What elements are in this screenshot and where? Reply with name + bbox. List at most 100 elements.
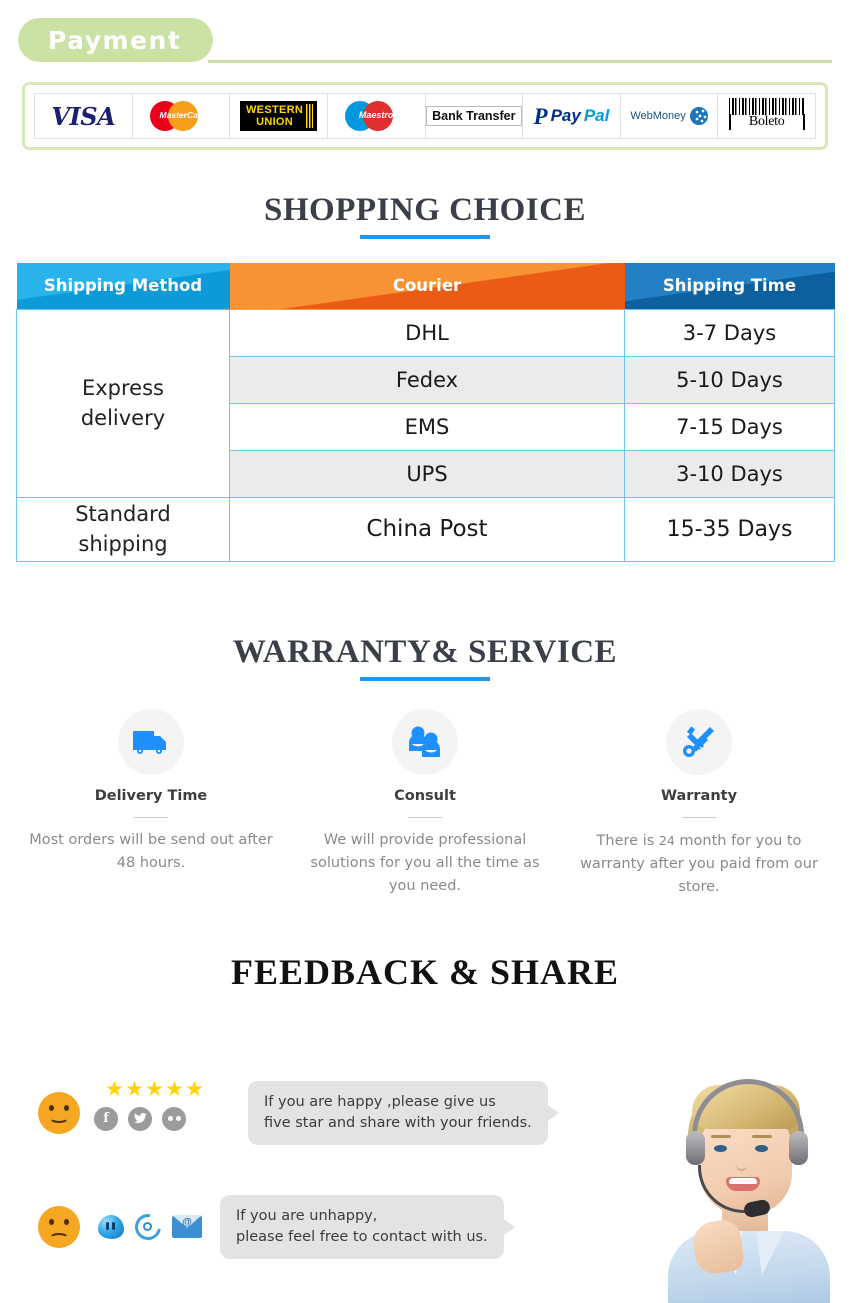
consult-people-icon — [392, 708, 458, 775]
webmoney-label: WebMoney — [630, 110, 686, 122]
service-desc-consult: We will provide professional solutions f… — [310, 831, 540, 894]
cell-courier-ups: UPS — [229, 449, 625, 498]
shopping-choice-heading: SHOPPING CHOICE — [0, 192, 850, 239]
cell-courier-fedex: Fedex — [229, 355, 625, 404]
service-label-consult: Consult — [394, 787, 456, 804]
payment-method-western-union[interactable]: WESTERN UNION — [230, 94, 328, 138]
western-union-logo: WESTERN UNION — [240, 101, 318, 131]
agent-eye-right — [755, 1144, 768, 1152]
western-union-line2: UNION — [256, 116, 294, 128]
warranty-underline — [360, 676, 490, 681]
service-desc-delivery-time: Most orders will be send out after 48 ho… — [29, 831, 273, 871]
skype-icon[interactable] — [129, 1208, 167, 1245]
column-header-courier-label: Courier — [392, 276, 462, 296]
customer-service-agent-photo — [652, 1073, 842, 1303]
column-header-shipping-method: Shipping Method — [16, 263, 230, 309]
boleto-label: Boleto — [728, 114, 805, 130]
service-label-delivery-time: Delivery Time — [94, 787, 208, 804]
service-label-warranty: Warranty — [660, 787, 738, 804]
column-header-shipping-time-label: Shipping Time — [662, 276, 797, 296]
table-row: Standard shipping China Post 15-35 Days — [16, 496, 835, 562]
eye-left — [49, 1104, 54, 1111]
star-icon — [186, 1080, 203, 1096]
msn-icon[interactable] — [98, 1214, 124, 1239]
feedback-heading: FEEDBACK & SHARE — [0, 951, 850, 993]
smiley-sad-icon — [38, 1205, 80, 1248]
payment-heading-pill: Payment — [18, 18, 213, 62]
warranty-heading: WARRANTY& SERVICE — [0, 634, 850, 681]
skype-dot — [143, 1221, 152, 1231]
feedback-row-unhappy: @ If you are unhappy, please feel free to… — [38, 1194, 504, 1259]
payment-method-boleto[interactable]: Boleto — [718, 94, 815, 138]
shipping-table-header-row: Shipping Method Courier Shipping Time — [16, 263, 835, 309]
cell-time-china-post: 15-35 Days — [624, 496, 835, 562]
service-item-delivery-time: Delivery Time Most orders will be send o… — [14, 708, 288, 899]
agent-brow-right — [752, 1134, 772, 1138]
payment-method-visa[interactable]: VISA — [35, 94, 133, 138]
cell-time-dhl: 3-7 Days — [624, 308, 835, 357]
paypal-logo: P Pay Pal — [534, 105, 610, 128]
payment-heading-rule — [208, 60, 832, 63]
shopping-choice-underline — [360, 235, 490, 239]
wrench-screwdriver-icon — [666, 708, 732, 775]
maestro-label: Maestro — [358, 110, 394, 120]
mouth-happy — [49, 1112, 69, 1123]
feedback-message-unhappy: If you are unhappy, please feel free to c… — [236, 1207, 488, 1245]
email-icon[interactable]: @ — [172, 1214, 202, 1238]
eye-right — [64, 1104, 69, 1111]
delivery-truck-icon — [118, 708, 184, 775]
agent-brow-left — [711, 1134, 731, 1138]
payment-method-maestro[interactable]: Maestro — [327, 94, 426, 138]
service-divider — [682, 816, 716, 818]
star-icon — [166, 1080, 183, 1096]
facebook-icon[interactable]: f — [94, 1106, 118, 1131]
cell-method-express: Express delivery — [16, 308, 230, 498]
payment-methods-strip: VISA MasterCard WESTERN UNION Maestro Ba… — [34, 93, 816, 139]
western-union-bars-icon — [306, 104, 314, 128]
column-header-courier: Courier — [229, 263, 625, 309]
cell-time-fedex: 5-10 Days — [624, 355, 835, 404]
headset-boom-arm — [698, 1164, 750, 1213]
table-row: Express delivery DHL 3-7 Days — [16, 308, 835, 498]
mastercard-label: MasterCard — [159, 110, 207, 120]
paypal-label-pay: Pay — [550, 106, 581, 125]
payment-method-paypal[interactable]: P Pay Pal — [523, 94, 621, 138]
webmoney-logo: WebMoney — [630, 107, 708, 125]
payment-method-mastercard[interactable]: MasterCard — [132, 94, 231, 138]
bank-transfer-logo: Bank Transfer — [426, 106, 522, 126]
cell-courier-ems: EMS — [229, 402, 625, 451]
payment-method-webmoney[interactable]: WebMoney — [620, 94, 719, 138]
column-header-shipping-time: Shipping Time — [624, 263, 835, 309]
cell-courier-china-post: China Post — [229, 496, 625, 562]
star-icon — [106, 1080, 123, 1096]
payment-heading-label: Payment — [48, 25, 182, 55]
feedback-row-happy: f If you are happy ,please give us five s… — [38, 1080, 548, 1145]
star-icon — [146, 1080, 163, 1096]
agent-eye-left — [714, 1144, 727, 1152]
rating-and-socials: f — [94, 1080, 230, 1145]
cell-method-standard: Standard shipping — [16, 496, 230, 562]
shipping-table: Shipping Method Courier Shipping Time Ex… — [16, 263, 835, 562]
twitter-icon[interactable] — [128, 1106, 152, 1131]
mouth-sad — [49, 1232, 69, 1244]
eye-left — [49, 1218, 54, 1225]
feedback-title: FEEDBACK & SHARE — [230, 951, 620, 992]
service-desc-warranty: There is 24 month for you to warranty af… — [576, 829, 822, 899]
agent-shirt — [668, 1230, 830, 1303]
service-items-row: Delivery Time Most orders will be send o… — [14, 708, 836, 899]
flickr-dots — [167, 1116, 181, 1121]
shopping-choice-title: SHOPPING CHOICE — [264, 192, 586, 228]
eye-right — [64, 1218, 69, 1225]
smiley-happy-icon — [38, 1091, 80, 1134]
warranty-month-count: 24 — [658, 832, 675, 848]
flickr-icon[interactable] — [162, 1106, 186, 1131]
feedback-bubble-happy: If you are happy ,please give us five sta… — [248, 1080, 548, 1145]
service-divider — [134, 816, 168, 818]
mastercard-logo: MasterCard — [149, 101, 212, 131]
maestro-logo: Maestro — [345, 101, 407, 131]
social-share-buttons: f — [94, 1106, 186, 1131]
payment-method-bank-transfer[interactable]: Bank Transfer — [425, 94, 524, 138]
feedback-message-happy: If you are happy ,please give us five sta… — [264, 1093, 532, 1131]
agent-collar-right — [756, 1230, 784, 1275]
feedback-section: f If you are happy ,please give us five s… — [0, 1023, 850, 1303]
